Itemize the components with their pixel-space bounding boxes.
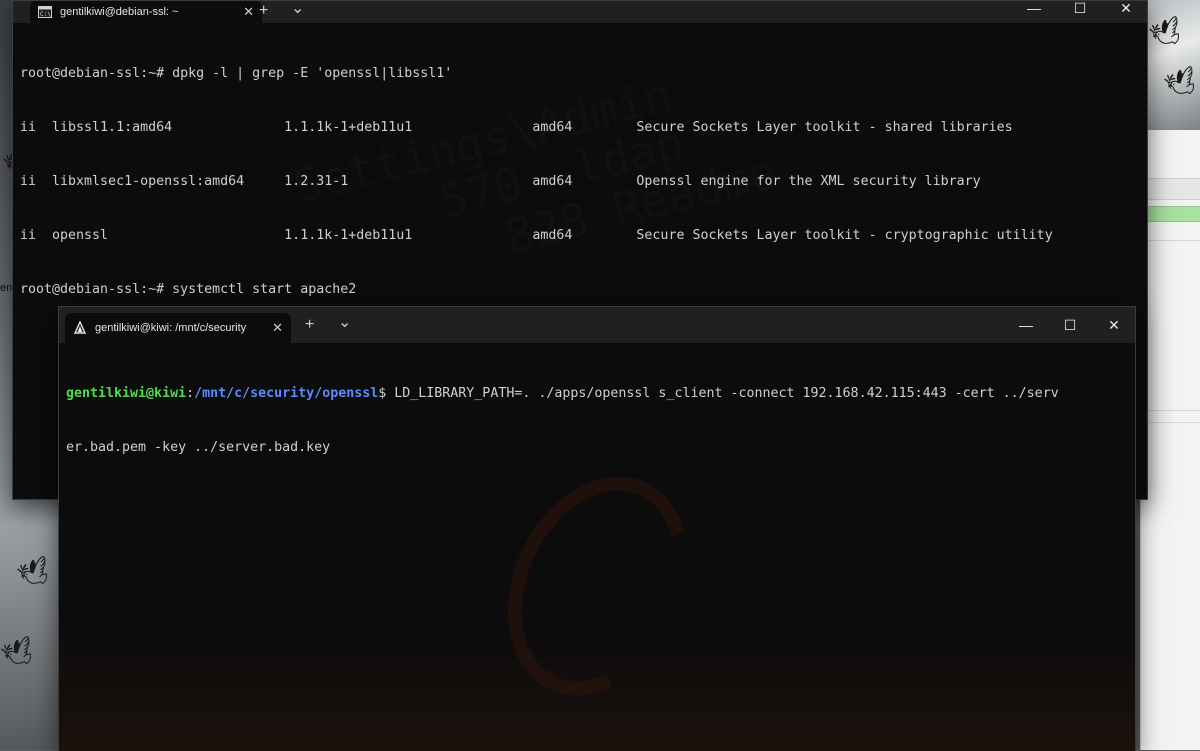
command-text: LD_LIBRARY_PATH=. ./apps/openssl s_clien… (394, 386, 1059, 401)
terminal-command-line: er.bad.pem -key ../server.bad.key (66, 439, 1128, 457)
tab-title: gentilkiwi@debian-ssl: ~ (60, 6, 179, 18)
background-app-window[interactable] (1140, 130, 1200, 750)
command-text: er.bad.pem -key ../server.bad.key (66, 440, 331, 455)
terminal-line: ii openssl 1.1.1k-1+deb11u1 amd64 Secure… (20, 228, 1053, 243)
svg-text:C:\: C:\ (40, 11, 51, 18)
prompt-user: gentilkiwi@kiwi (66, 386, 187, 401)
tab-dropdown-button[interactable]: ⌄ (338, 315, 351, 331)
terminal-line: ii libxmlsec1-openssl:amd64 1.2.31-1 amd… (20, 174, 981, 189)
tab-title: gentilkiwi@kiwi: /mnt/c/security (95, 322, 247, 334)
language-indicator: en (0, 282, 13, 294)
prompt-path: /mnt/c/security/openssl (194, 386, 379, 401)
prompt-colon: : (186, 386, 195, 401)
maximize-button[interactable]: ☐ (1047, 307, 1093, 343)
tab-bar: C:\ gentilkiwi@debian-ssl: ~ ✕ + ⌄ — ☐ ✕ (13, 0, 1149, 23)
close-button[interactable]: ✕ (1091, 307, 1137, 343)
minimize-button[interactable]: — (1011, 0, 1057, 16)
close-button[interactable]: ✕ (1103, 0, 1149, 16)
divider (1141, 422, 1200, 423)
divider (1141, 240, 1200, 241)
background-progress-bar (1147, 206, 1200, 222)
terminal-output[interactable]: gentilkiwi@kiwi:/mnt/c/security/openssl$… (59, 349, 1135, 751)
cmd-icon: C:\ (38, 5, 52, 19)
tab-debian-ssl[interactable]: C:\ gentilkiwi@debian-ssl: ~ ✕ (30, 1, 262, 23)
close-tab-icon[interactable]: ✕ (243, 4, 254, 20)
debian-icon (73, 321, 87, 335)
terminal-command-line: gentilkiwi@kiwi:/mnt/c/security/openssl$… (66, 385, 1128, 403)
terminal-line: root@debian-ssl:~# systemctl start apach… (20, 282, 357, 297)
terminal-line: root@debian-ssl:~# dpkg -l | grep -E 'op… (20, 66, 453, 81)
divider (1141, 410, 1200, 411)
minimize-button[interactable]: — (1003, 307, 1049, 343)
prompt-dollar: $ (378, 386, 395, 401)
tab-bar: gentilkiwi@kiwi: /mnt/c/security ✕ + ⌄ —… (59, 307, 1135, 343)
terminal-line: ii libssl1.1:amd64 1.1.1k-1+deb11u1 amd6… (20, 120, 1013, 135)
close-tab-icon[interactable]: ✕ (272, 320, 283, 336)
tab-kiwi[interactable]: gentilkiwi@kiwi: /mnt/c/security ✕ (65, 313, 291, 343)
maximize-button[interactable]: ☐ (1057, 0, 1103, 16)
background-toolbar (1141, 178, 1200, 200)
terminal-window-kiwi[interactable]: gentilkiwi@kiwi: /mnt/c/security ✕ + ⌄ —… (58, 306, 1136, 751)
new-tab-button[interactable]: + (259, 3, 268, 19)
tab-dropdown-button[interactable]: ⌄ (291, 1, 304, 17)
new-tab-button[interactable]: + (305, 317, 314, 333)
